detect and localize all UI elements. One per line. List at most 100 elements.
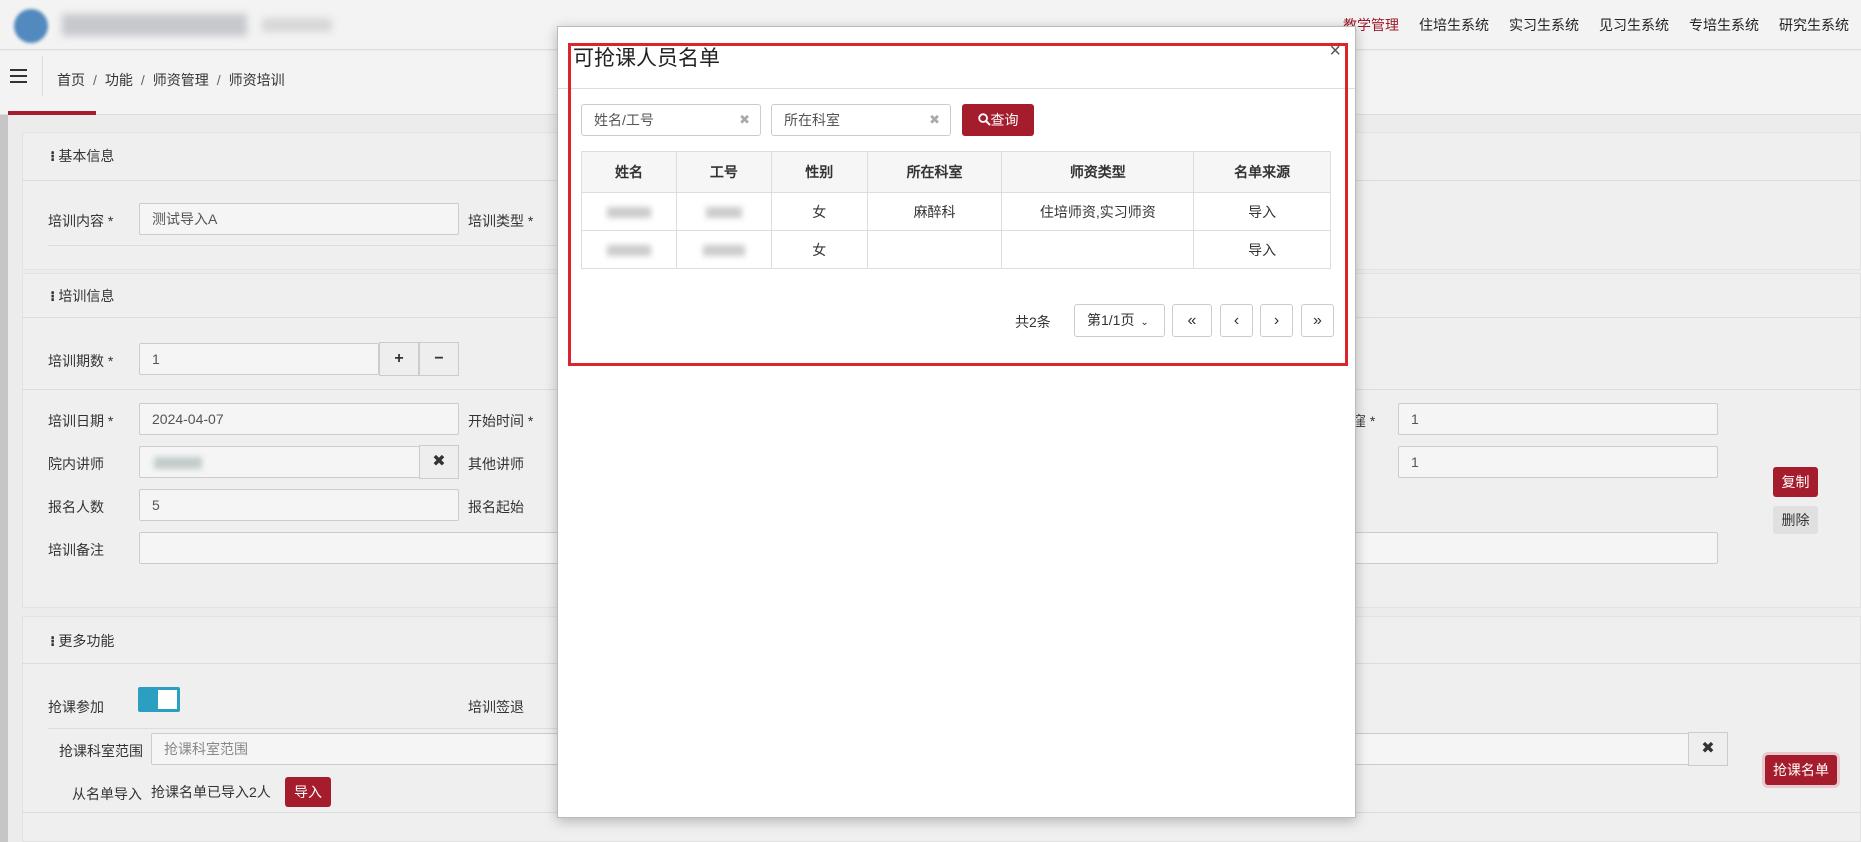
copy-button[interactable]: 复制 [1773, 467, 1818, 497]
periods-minus-button[interactable]: − [419, 342, 459, 376]
divider [558, 88, 1355, 89]
grab-join-label: 抢课参加 [48, 699, 104, 715]
app-subtitle-redacted [262, 18, 332, 32]
signup-count-input[interactable]: 5 [139, 489, 459, 521]
search-name-placeholder: 姓名/工号 [594, 112, 654, 128]
grab-list-modal: 可抢课人员名单 × 姓名/工号 ✖ 所在科室 ✖ 查询 姓名 工号 性别 所在科… [557, 26, 1356, 818]
divider [48, 245, 588, 246]
import-button[interactable]: 导入 [285, 777, 331, 807]
col-dept[interactable]: 所在科室 [866, 151, 1003, 193]
topnav-intern[interactable]: 实习生系统 [1509, 15, 1579, 35]
id-redacted [705, 207, 742, 219]
other-lecturer-label: 其他讲师 [468, 456, 524, 472]
signout-label: 培训签退 [468, 699, 524, 715]
next-page-button[interactable]: › [1260, 304, 1293, 337]
table-row[interactable]: 女 麻醉科 住培师资,实习师资 导入 [581, 192, 1331, 231]
cell-id [675, 230, 772, 269]
cell-teacher-type [1001, 230, 1195, 269]
type-label: 培训类型 * [468, 213, 534, 229]
date-label: 培训日期 * [48, 413, 114, 429]
col-teacher-type[interactable]: 师资类型 [1001, 151, 1195, 193]
remark-label: 培训备注 [48, 542, 104, 558]
last-page-button[interactable]: » [1301, 304, 1334, 337]
training-info-title: 培训信息 [50, 286, 114, 306]
remark-input[interactable] [139, 532, 559, 564]
cell-teacher-type: 住培师资,实习师资 [1001, 192, 1195, 231]
periods-input[interactable]: 1 [139, 343, 379, 375]
query-button[interactable]: 查询 [962, 104, 1034, 136]
grab-join-toggle[interactable] [138, 687, 180, 712]
cell-dept [866, 230, 1003, 269]
cell-id [675, 192, 772, 231]
periods-plus-button[interactable]: + [379, 342, 419, 376]
breadcrumb-teacher-mgmt[interactable]: 师资管理 [153, 72, 209, 88]
topnav-trainee[interactable]: 见习生系统 [1599, 15, 1669, 35]
close-icon[interactable]: × [1329, 41, 1341, 61]
breadcrumb-function[interactable]: 功能 [105, 72, 133, 88]
scrollbar-left [0, 115, 8, 842]
app-logo [14, 9, 48, 43]
id-redacted [702, 245, 745, 257]
app-name-redacted [62, 14, 247, 36]
signup-count-label: 报名人数 [48, 499, 104, 515]
cell-source: 导入 [1193, 230, 1331, 269]
cell-dept: 麻醉科 [866, 192, 1003, 231]
dept-range-label: 抢课科室范围 [59, 743, 143, 759]
search-dept-input[interactable]: 所在科室 ✖ [771, 104, 951, 136]
breadcrumb-teacher-training: 师资培训 [228, 72, 285, 88]
name-redacted [606, 245, 651, 257]
more-functions-title: 更多功能 [50, 631, 114, 651]
topnav-resident[interactable]: 住培生系统 [1419, 15, 1489, 35]
total-count: 共2条 [1015, 314, 1051, 330]
import-status: 抢课名单已导入2人 [151, 784, 271, 800]
search-dept-placeholder: 所在科室 [784, 112, 840, 128]
menu-toggle-icon[interactable] [10, 69, 27, 83]
lecturer-name-redacted [154, 457, 202, 469]
page-select-value: 第1/1页 [1087, 312, 1135, 328]
col-name[interactable]: 姓名 [581, 151, 677, 193]
breadcrumb-home[interactable]: 首页 [57, 72, 85, 88]
name-redacted [606, 207, 651, 219]
col-source[interactable]: 名单来源 [1193, 151, 1331, 193]
topnav-specialist[interactable]: 专培生系统 [1689, 15, 1759, 35]
signup-start-label: 报名起始 [468, 499, 524, 515]
periods-label: 培训期数 * [48, 353, 114, 369]
content-label: 培训内容 * [48, 213, 114, 229]
start-time-label: 开始时间 * [468, 413, 534, 429]
clear-icon[interactable]: ✖ [1688, 732, 1728, 766]
table-row[interactable]: 女 导入 [581, 230, 1331, 269]
content-input[interactable]: 测试导入A [139, 203, 459, 235]
page-select[interactable]: 第1/1页 ⌄ [1074, 304, 1165, 337]
basic-info-title: 基本信息 [50, 146, 114, 166]
clear-icon[interactable]: ✖ [929, 105, 940, 135]
date-input[interactable]: 2024-04-07 [139, 403, 459, 435]
right-field-input-2[interactable]: 1 [1398, 446, 1718, 478]
delete-button[interactable]: 删除 [1773, 506, 1818, 534]
inner-lecturer-label: 院内讲师 [48, 456, 104, 472]
chevron-down-icon: ⌄ [1140, 317, 1149, 328]
grab-list-button[interactable]: 抢课名单 [1765, 755, 1837, 785]
search-name-input[interactable]: 姓名/工号 ✖ [581, 104, 761, 136]
table-header-row: 姓名 工号 性别 所在科室 师资类型 名单来源 [581, 151, 1331, 193]
clear-icon[interactable]: ✖ [739, 105, 750, 135]
first-page-button[interactable]: « [1172, 304, 1212, 337]
cell-gender: 女 [770, 192, 868, 231]
inner-lecturer-input[interactable] [139, 446, 420, 478]
right-field-input-1[interactable]: 1 [1398, 403, 1718, 435]
cell-source: 导入 [1193, 192, 1331, 231]
prev-page-button[interactable]: ‹ [1220, 304, 1253, 337]
clear-icon[interactable]: ✖ [419, 445, 459, 479]
divider [42, 56, 43, 96]
active-tab-indicator [8, 111, 96, 115]
search-icon [977, 113, 991, 126]
col-gender[interactable]: 性别 [770, 151, 868, 193]
cell-name [581, 192, 677, 231]
modal-title: 可抢课人员名单 [573, 47, 720, 70]
cell-name [581, 230, 677, 269]
import-label: 从名单导入 [72, 786, 142, 802]
cell-gender: 女 [770, 230, 868, 269]
breadcrumb: 首页 / 功能 / 师资管理 / 师资培训 [57, 72, 285, 88]
staff-table: 姓名 工号 性别 所在科室 师资类型 名单来源 女 麻醉科 住培师资,实习师资 … [581, 151, 1331, 269]
topnav-graduate[interactable]: 研究生系统 [1779, 15, 1849, 35]
col-id[interactable]: 工号 [675, 151, 772, 193]
